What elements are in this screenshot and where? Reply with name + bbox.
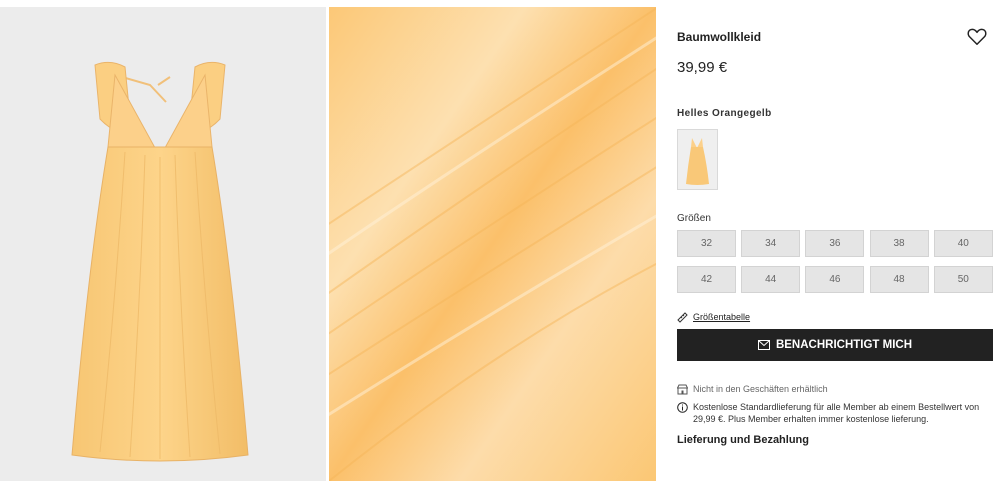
size-option[interactable]: 42 — [677, 266, 736, 293]
delivery-payment-heading[interactable]: Lieferung und Bezahlung — [677, 434, 809, 446]
heart-icon — [967, 28, 987, 45]
size-grid: 32 34 36 38 40 42 44 46 48 50 — [677, 230, 993, 293]
store-availability-text: Nicht in den Geschäften erhältlich — [693, 384, 828, 394]
product-gallery — [0, 7, 656, 481]
envelope-icon — [757, 340, 770, 350]
color-name: Helles Orangegelb — [677, 108, 772, 119]
product-image-detail[interactable] — [329, 7, 656, 481]
fabric-texture — [329, 7, 656, 481]
size-option[interactable]: 34 — [741, 230, 801, 257]
size-chart-link[interactable]: Größentabelle — [677, 311, 750, 323]
store-availability: Nicht in den Geschäften erhältlich — [677, 383, 828, 395]
size-option[interactable]: 40 — [933, 230, 993, 257]
ruler-icon — [677, 312, 688, 323]
delivery-notice-text: Kostenlose Standardlieferung für alle Me… — [693, 402, 980, 424]
product-details-panel: Baumwollkleid 39,99 € Helles Orangegelb … — [677, 0, 993, 481]
notify-me-button[interactable]: BENACHRICHTIGT MICH — [677, 329, 993, 361]
swatch-thumbnail — [678, 130, 717, 189]
size-option[interactable]: 46 — [805, 266, 865, 293]
notify-me-label: BENACHRICHTIGT MICH — [775, 339, 913, 351]
delivery-notice: Kostenlose Standardlieferung für alle Me… — [677, 401, 993, 425]
favorite-button[interactable] — [966, 25, 988, 47]
product-price: 39,99 € — [677, 59, 728, 76]
store-icon — [677, 384, 688, 395]
product-title: Baumwollkleid — [677, 30, 762, 44]
size-option[interactable]: 36 — [805, 230, 865, 257]
size-option[interactable]: 50 — [933, 266, 993, 293]
size-chart-text: Größentabelle — [693, 312, 751, 322]
size-option[interactable]: 32 — [677, 230, 736, 257]
dress-illustration — [0, 7, 326, 481]
sizes-label: Größen — [677, 213, 711, 224]
color-swatch[interactable] — [677, 129, 718, 190]
size-option[interactable]: 44 — [741, 266, 801, 293]
product-image-main[interactable] — [0, 7, 326, 481]
size-option[interactable]: 48 — [869, 266, 929, 293]
info-icon — [677, 402, 688, 413]
size-option[interactable]: 38 — [869, 230, 929, 257]
